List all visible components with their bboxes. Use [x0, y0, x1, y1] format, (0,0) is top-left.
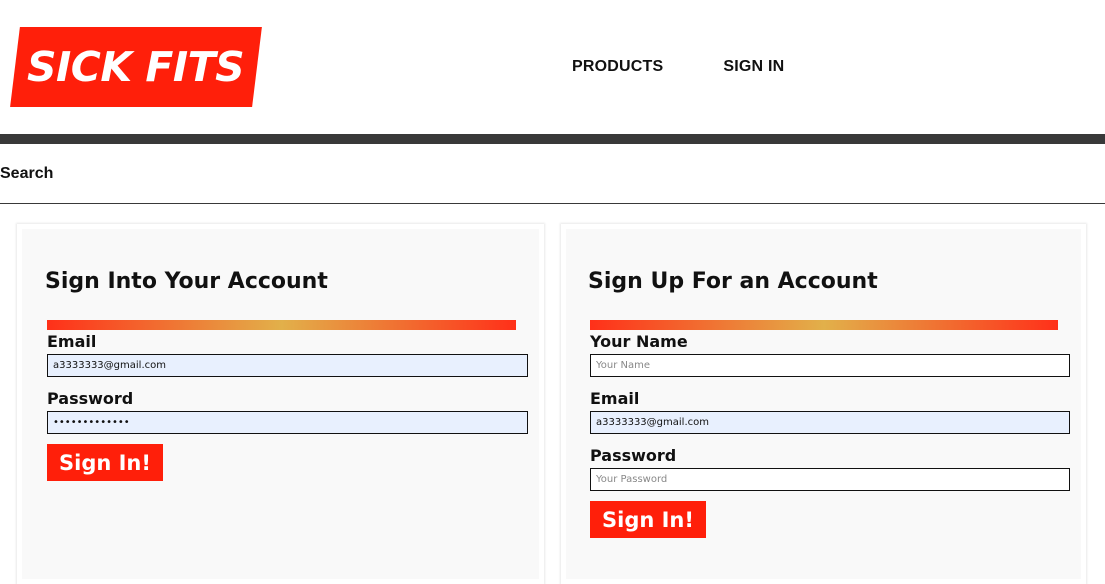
search-label: Search	[0, 165, 54, 182]
signin-password-input[interactable]	[47, 411, 528, 434]
signin-email-label: Email	[47, 332, 97, 351]
search-bar[interactable]: Search	[0, 144, 1105, 204]
signup-password-input[interactable]	[590, 468, 1070, 491]
signup-email-label: Email	[590, 389, 640, 408]
signup-email-input[interactable]	[590, 411, 1070, 434]
signin-form: Sign Into Your Account Email Password Si…	[17, 224, 544, 584]
signup-name-input[interactable]	[590, 354, 1070, 377]
logo-text: SICK FITS	[27, 43, 245, 91]
signup-title: Sign Up For an Account	[588, 269, 878, 294]
signup-form: Sign Up For an Account Your Name Email P…	[561, 224, 1086, 584]
signup-gradient-bar	[590, 320, 1058, 330]
signin-email-input[interactable]	[47, 354, 528, 377]
signup-submit-button[interactable]: Sign In!	[590, 501, 706, 538]
signup-name-label: Your Name	[590, 332, 688, 351]
signin-gradient-bar	[47, 320, 516, 330]
signin-password-label: Password	[47, 389, 134, 408]
nav-sign-in[interactable]: SIGN IN	[723, 58, 784, 76]
logo[interactable]: SICK FITS	[10, 27, 262, 107]
signin-submit-button[interactable]: Sign In!	[47, 444, 163, 481]
header-divider-bar	[0, 134, 1105, 144]
nav-products[interactable]: PRODUCTS	[572, 58, 663, 76]
main-nav: PRODUCTS SIGN IN	[572, 58, 784, 76]
site-header: SICK FITS PRODUCTS SIGN IN	[0, 0, 1105, 134]
signin-title: Sign Into Your Account	[45, 269, 328, 294]
signup-password-label: Password	[590, 446, 677, 465]
